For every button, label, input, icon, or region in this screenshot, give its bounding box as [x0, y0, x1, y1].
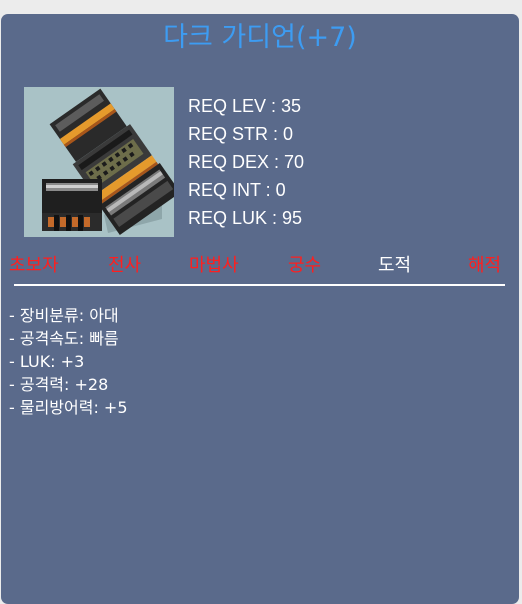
job-thief: 도적	[378, 255, 412, 276]
req-dex: REQ DEX : 70	[188, 152, 305, 172]
divider	[14, 284, 505, 286]
stat-attack-speed: - 공격속도: 빠름	[9, 329, 119, 348]
stats-list: - 장비분류: 아대 - 공격속도: 빠름 - LUK: +3 - 공격력: +…	[9, 304, 128, 419]
item-name: 다크 가디언(+7)	[163, 22, 357, 53]
stat-defense: - 물리방어력: +5	[9, 398, 128, 417]
stat-category: - 장비분류: 아대	[9, 306, 119, 325]
job-archer: 궁수	[288, 255, 322, 276]
requirements-list: REQ LEV : 35 REQ STR : 0 REQ DEX : 70 RE…	[188, 92, 304, 232]
job-warrior: 전사	[108, 255, 142, 276]
job-class-row: 초보자 전사 마법사 궁수 도적 해적	[1, 254, 519, 282]
req-int: REQ INT : 0	[188, 180, 286, 200]
job-beginner: 초보자	[9, 255, 59, 276]
stat-attack: - 공격력: +28	[9, 375, 109, 394]
stat-luk: - LUK: +3	[9, 352, 85, 371]
job-magician: 마법사	[189, 255, 239, 276]
item-tooltip: 다크 가디언(+7) REQ LEV: 35 REQ STR: 0 REQ …	[1, 14, 519, 604]
req-str: REQ STR : 0	[188, 124, 294, 144]
item-image-frame	[24, 87, 174, 237]
req-luk: REQ LUK : 95	[188, 208, 303, 228]
req-level: REQ LEV : 35	[188, 96, 302, 116]
job-pirate: 해적	[468, 255, 502, 276]
dark-glove-icon	[42, 88, 174, 235]
